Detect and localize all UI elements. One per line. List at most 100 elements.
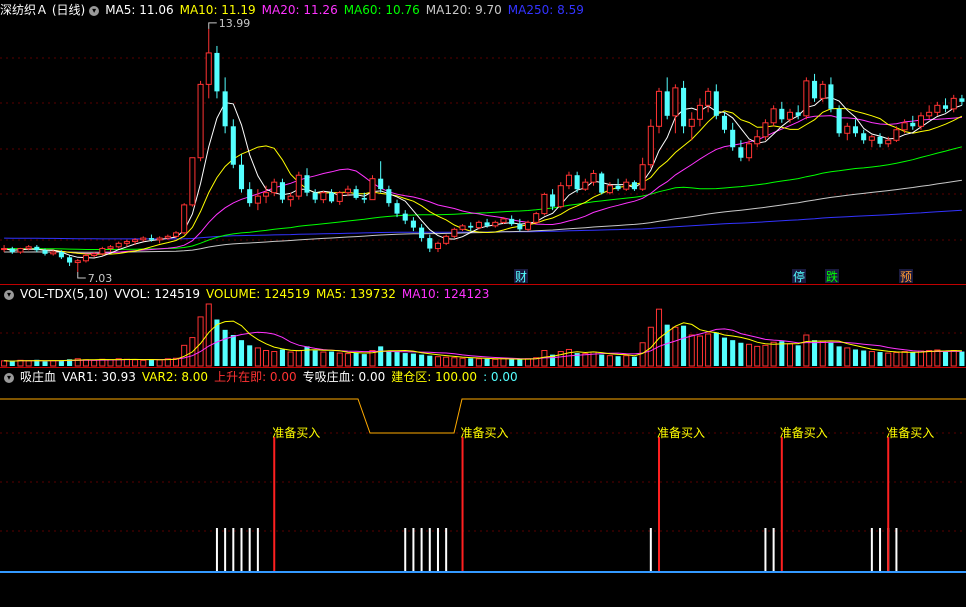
candle-body [541, 193, 548, 215]
candle-body [819, 83, 826, 99]
candle-body [189, 157, 196, 206]
candle-body [82, 255, 89, 262]
volume-bar [295, 350, 302, 367]
volume-bar [25, 360, 32, 367]
candle-body [950, 97, 957, 110]
candle-body [582, 181, 589, 190]
candle-body [9, 248, 15, 253]
volume-bar [885, 352, 892, 367]
volume-bar [222, 329, 228, 366]
indicator-legend-item: VAR2: 8.00 [141, 370, 209, 384]
candlestick-chart: 13.99 7.03 财 停 跌 预准备买入 准备买入 准备买入 准备买入 准备买入 [0, 17, 966, 573]
candle-body [779, 108, 785, 120]
candle-body [492, 221, 499, 227]
volume-bar [934, 349, 941, 367]
candle-body [672, 87, 679, 117]
volume-ma5-line [4, 320, 962, 362]
volume-bar [877, 352, 883, 366]
candle-body [705, 90, 712, 106]
volume-bar [762, 344, 769, 367]
candle-body [271, 181, 278, 194]
candle-body [844, 125, 851, 134]
volume-bar [738, 342, 744, 366]
volume-bar [247, 345, 253, 366]
volume-bar [803, 334, 810, 367]
volume-bar [378, 346, 384, 366]
volume-bar [779, 341, 785, 366]
candle-body [688, 118, 695, 127]
volume-bar [468, 358, 474, 366]
candle-body [181, 204, 188, 234]
candle-body [25, 246, 32, 250]
candle-body [468, 225, 474, 228]
event-mark: 跌 [826, 269, 838, 284]
volume-bar [484, 358, 490, 366]
buy-signal-label: 准备买入 [886, 426, 934, 440]
candle-body [754, 136, 761, 145]
candle-body [451, 228, 458, 237]
volume-bar [353, 352, 359, 366]
candle-body [942, 105, 949, 109]
volume-bar [812, 340, 818, 366]
volume-bar [844, 347, 851, 367]
event-mark: 财 [515, 270, 527, 284]
volume-bar [402, 353, 408, 366]
volume-bar [254, 347, 261, 367]
volume-bar [443, 356, 450, 367]
candle-body [214, 52, 220, 92]
candle-body [115, 242, 122, 248]
candle-body [852, 126, 859, 134]
candle-body [606, 185, 613, 194]
volume-bar [475, 358, 482, 367]
volume-bar [287, 351, 294, 367]
candle-body [312, 192, 318, 200]
collapse-icon[interactable]: ▾ [4, 372, 14, 383]
volume-bar [615, 356, 621, 366]
candle-body [696, 104, 703, 120]
volume-bar [696, 335, 703, 367]
candle-body [877, 136, 883, 144]
volume-header: ▾ VOL-TDX(5,10) VVOL: 124519 VOLUME: 124519… [0, 286, 501, 302]
candle-body [50, 251, 57, 255]
candle-body [74, 260, 81, 264]
candle-body [590, 172, 597, 183]
volume-bar [942, 351, 949, 366]
candle-body [459, 225, 466, 230]
volume-bar [9, 361, 15, 366]
candle-body [295, 174, 302, 197]
candle-body [67, 257, 73, 263]
collapse-icon[interactable]: ▾ [4, 289, 14, 300]
volume-ma10-line [4, 328, 962, 362]
volume-bar [492, 358, 499, 367]
volume-bar [91, 359, 98, 367]
volume-bar [509, 359, 515, 366]
candle-body [574, 175, 580, 190]
candle-body [730, 129, 736, 148]
volume-bar [786, 343, 794, 367]
candle-body [410, 220, 416, 228]
ma10-line [3, 107, 963, 255]
volume-legend: VVOL: 124519 VOLUME: 124519 MA5: 139732 MA1… [114, 287, 495, 301]
volume-bar [230, 335, 236, 366]
candle-body [565, 174, 572, 187]
indicator-legend: VAR1: 30.93 VAR2: 8.00 上升在即: 0.00 专吸庄血: 0.0… [62, 370, 524, 384]
candle-body [205, 52, 212, 85]
volume-bar [238, 340, 245, 366]
volume-bar [582, 353, 589, 367]
candle-body [861, 133, 867, 141]
candle-body [419, 227, 425, 239]
candle-body [344, 188, 351, 194]
candle-body [443, 235, 450, 244]
volume-bar [312, 350, 318, 366]
event-mark: 预 [900, 270, 912, 284]
candle-body [222, 91, 228, 127]
volume-legend-item: MA10: 124123 [401, 287, 490, 301]
candle-body [901, 122, 908, 131]
candle-body [770, 108, 777, 124]
candle-body [959, 98, 965, 102]
volume-legend-item: VVOL: 124519 [114, 287, 201, 301]
candle-body [304, 175, 310, 193]
candle-body [132, 239, 139, 243]
candle-body [172, 232, 180, 237]
volume-bar [107, 359, 114, 367]
